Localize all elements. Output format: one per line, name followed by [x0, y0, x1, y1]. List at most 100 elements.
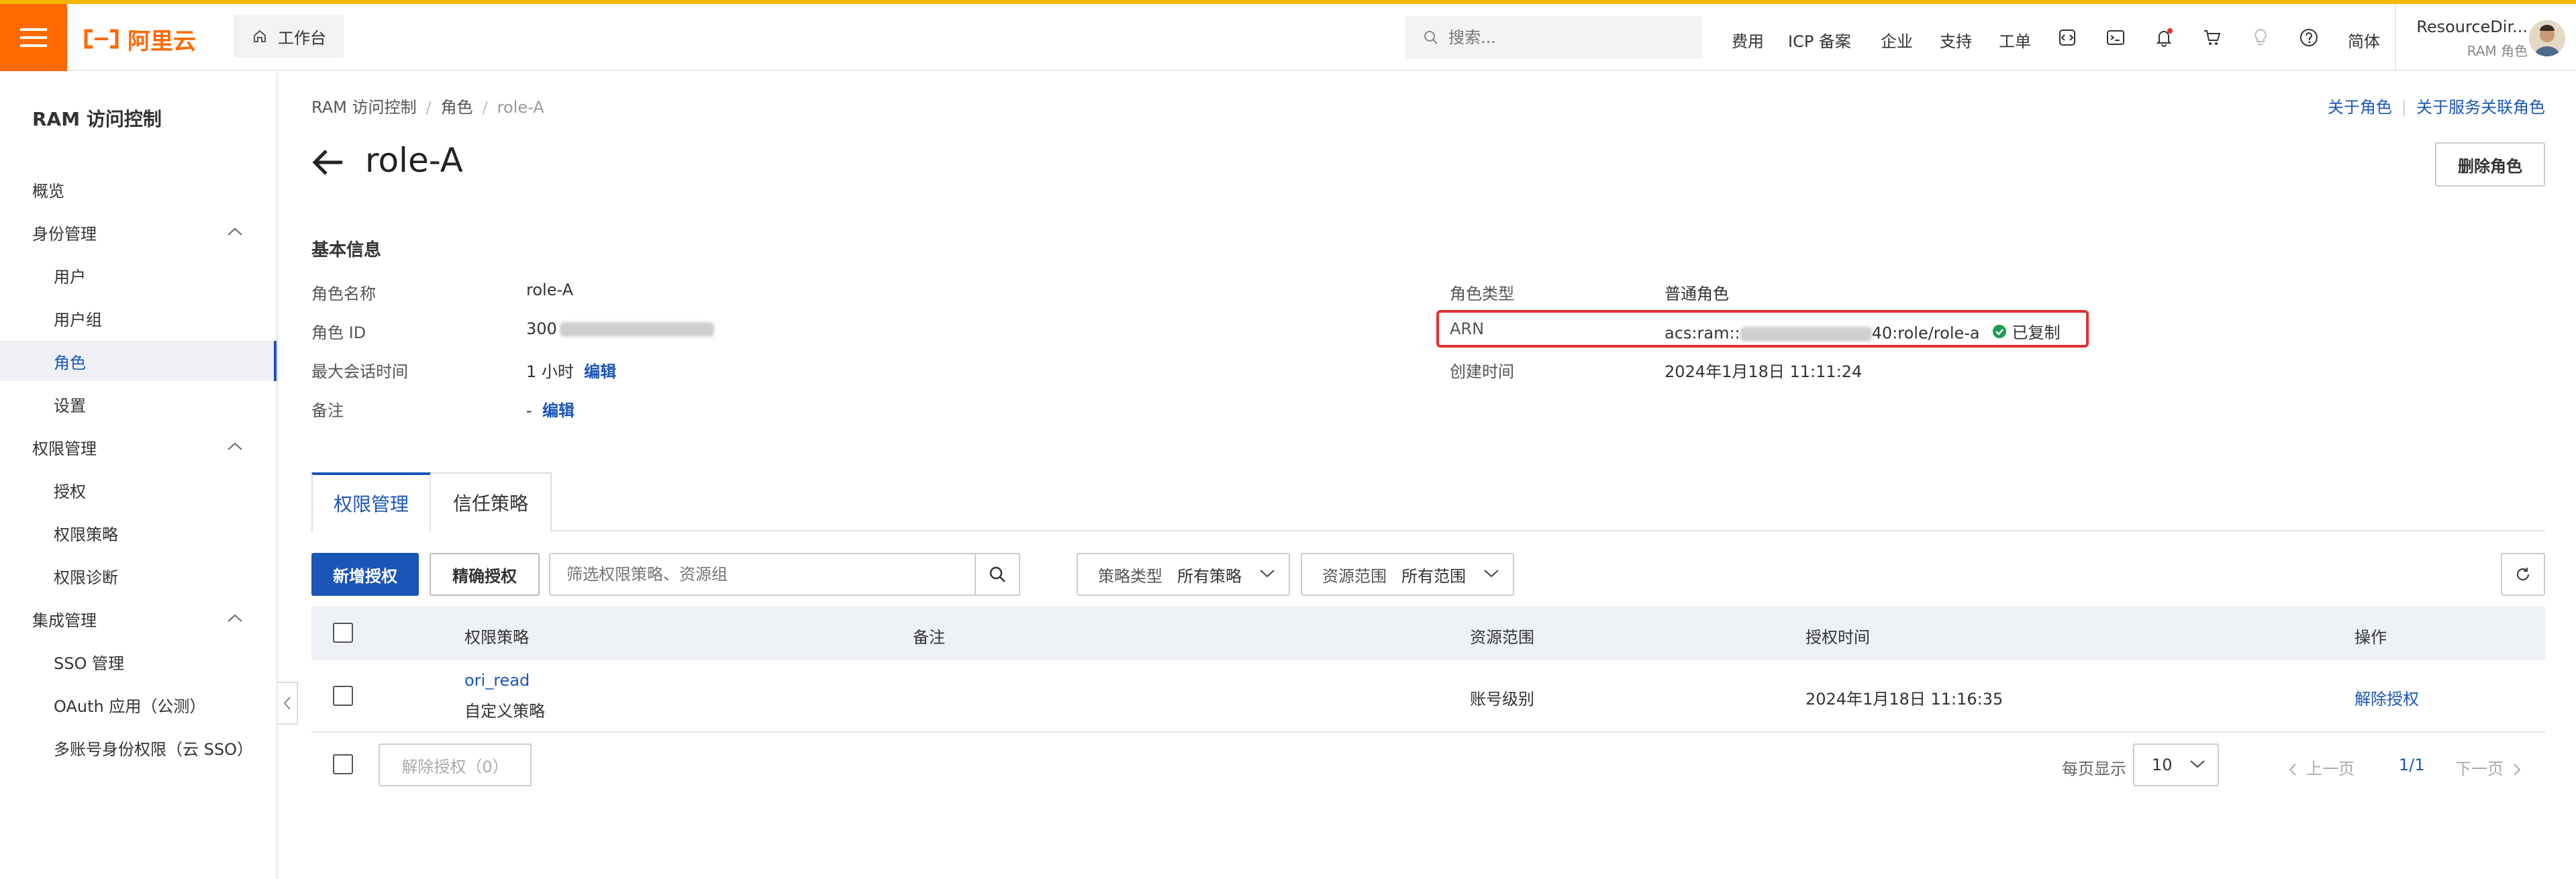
ticket-link[interactable]: 工单 — [1999, 28, 2031, 52]
logo-text: 阿里云 — [128, 28, 196, 55]
column-header-scope: 资源范围 — [1470, 628, 1534, 647]
enterprise-link[interactable]: 企业 — [1881, 28, 1913, 52]
lightbulb-icon[interactable] — [2250, 27, 2271, 48]
sidebar-group-permissions[interactable]: 权限管理 — [0, 427, 277, 467]
chevron-down-icon — [2190, 760, 2205, 768]
workbench-label: 工作台 — [278, 28, 326, 48]
sidebar-title: RAM 访问控制 — [32, 108, 162, 130]
aliyun-logo[interactable]: 阿里云 — [83, 25, 196, 55]
refresh-button[interactable] — [2501, 553, 2545, 596]
refresh-icon — [2516, 568, 2530, 581]
next-page-button[interactable]: 下一页 — [2455, 756, 2521, 779]
role-id-value: 300 — [526, 319, 714, 338]
sidebar-item-oauth[interactable]: OAuth 应用（公测） — [0, 684, 277, 725]
help-links: 关于角色 | 关于服务关联角色 — [2328, 94, 2545, 117]
breadcrumb-ram[interactable]: RAM 访问控制 — [311, 98, 416, 117]
fees-link[interactable]: 费用 — [1732, 28, 1764, 52]
search-icon — [1424, 31, 1438, 44]
breadcrumb: RAM 访问控制 / 角色 / role-A — [311, 94, 544, 117]
policy-type-select[interactable]: 策略类型 所有策略 — [1077, 553, 1290, 596]
resource-scope-label: 资源范围 — [1322, 566, 1387, 586]
sidebar-item-roles[interactable]: 角色 — [0, 341, 277, 381]
sidebar-item-cloud-sso[interactable]: 多账号身份权限（云 SSO） — [0, 727, 277, 768]
edit-session-link[interactable]: 编辑 — [584, 362, 616, 381]
precise-grant-button[interactable]: 精确授权 — [430, 553, 540, 596]
sidebar: RAM 访问控制 概览 身份管理 用户 用户组 角色 设置 权限管理 授权 权限… — [0, 72, 278, 879]
sidebar-item-user-groups[interactable]: 用户组 — [0, 298, 277, 338]
sidebar-group-identity[interactable]: 身份管理 — [0, 212, 277, 252]
tab-trust-policy[interactable]: 信任策略 — [431, 472, 552, 531]
support-link[interactable]: 支持 — [1940, 28, 1972, 52]
row-checkbox[interactable] — [333, 686, 353, 706]
tab-divider — [552, 530, 2545, 531]
sidebar-item-settings[interactable]: 设置 — [0, 384, 277, 424]
terminal-icon[interactable] — [2105, 27, 2126, 48]
about-roles-link[interactable]: 关于角色 — [2328, 98, 2392, 117]
workbench-button[interactable]: 工作台 — [234, 15, 344, 58]
role-type-label: 角色类型 — [1450, 285, 1514, 303]
code-icon[interactable] — [2057, 27, 2078, 48]
sidebar-group-label: 集成管理 — [32, 611, 97, 630]
chevron-up-icon — [228, 227, 242, 236]
arn-suffix: 40:role/role-a — [1871, 323, 1980, 343]
column-header-actions: 操作 — [2355, 628, 2387, 647]
breadcrumb-roles[interactable]: 角色 — [441, 98, 473, 117]
redacted-text — [1740, 326, 1872, 342]
sidebar-collapse-button[interactable] — [278, 682, 298, 725]
delete-role-button[interactable]: 删除角色 — [2435, 142, 2545, 187]
tab-bar: 权限管理 信任策略 — [311, 472, 552, 531]
chevron-up-icon — [228, 614, 242, 622]
home-icon — [254, 30, 266, 42]
filter-search-button[interactable] — [975, 554, 1019, 594]
tab-permissions[interactable]: 权限管理 — [311, 472, 431, 531]
chevron-down-icon — [1260, 570, 1275, 578]
sidebar-item-label: OAuth 应用（公测） — [54, 696, 206, 716]
search-icon — [989, 566, 1005, 582]
global-search[interactable] — [1405, 16, 1702, 59]
sidebar-item-grants[interactable]: 授权 — [0, 470, 277, 510]
cart-icon[interactable] — [2201, 27, 2223, 48]
about-service-linked-roles-link[interactable]: 关于服务关联角色 — [2416, 98, 2545, 117]
page-size-value: 10 — [2152, 756, 2173, 774]
menu-button[interactable] — [0, 4, 67, 71]
back-arrow-icon[interactable] — [311, 148, 345, 177]
footer-select-all-checkbox[interactable] — [333, 754, 353, 774]
chevron-right-icon — [2514, 764, 2521, 776]
sidebar-item-label: 权限策略 — [54, 525, 118, 544]
bulk-revoke-button[interactable]: 解除授权（0） — [379, 743, 532, 786]
language-switch[interactable]: 简体 — [2348, 28, 2380, 52]
per-page-label: 每页显示 — [2062, 760, 2126, 778]
resource-scope-select[interactable]: 资源范围 所有范围 — [1301, 553, 1514, 596]
help-icon[interactable] — [2298, 27, 2320, 48]
aliyun-logo-icon — [84, 29, 119, 49]
page-size-select[interactable]: 10 — [2133, 743, 2219, 786]
search-input[interactable] — [1448, 28, 1690, 47]
sidebar-item-diagnosis[interactable]: 权限诊断 — [0, 556, 277, 596]
sidebar-group-integration[interactable]: 集成管理 — [0, 599, 277, 639]
role-name-value: role-A — [526, 280, 574, 299]
policy-filter-input[interactable] — [550, 554, 975, 594]
edit-note-link[interactable]: 编辑 — [542, 401, 575, 420]
icp-link[interactable]: ICP 备案 — [1788, 28, 1851, 52]
add-grant-button[interactable]: 新增授权 — [311, 553, 419, 596]
created-label: 创建时间 — [1450, 362, 1514, 381]
bell-icon[interactable] — [2153, 27, 2175, 48]
sidebar-item-overview[interactable]: 概览 — [0, 169, 277, 209]
revoke-link[interactable]: 解除授权 — [2355, 686, 2419, 709]
table-row: ori_read 自定义策略 账号级别 2024年1月18日 11:16:35 … — [311, 660, 2545, 733]
select-all-checkbox[interactable] — [333, 623, 353, 643]
chevron-down-icon — [1484, 570, 1499, 578]
sidebar-item-sso[interactable]: SSO 管理 — [0, 641, 277, 682]
arn-value[interactable]: acs:ram:: 40:role/role-a 已复制 — [1665, 319, 2061, 343]
column-header-time: 授权时间 — [1805, 628, 1870, 647]
sidebar-item-label: 用户组 — [54, 310, 102, 329]
table-header: 权限策略 备注 资源范围 授权时间 操作 — [311, 607, 2545, 660]
avatar[interactable] — [2529, 20, 2565, 56]
policy-name-link[interactable]: ori_read — [464, 671, 530, 690]
account-menu[interactable]: ResourceDir... RAM 角色 — [2407, 17, 2528, 60]
created-value: 2024年1月18日 11:11:24 — [1665, 362, 1863, 381]
sidebar-item-users[interactable]: 用户 — [0, 255, 277, 295]
role-id-label: 角色 ID — [311, 323, 366, 342]
prev-page-button[interactable]: 上一页 — [2289, 756, 2355, 779]
sidebar-item-policies[interactable]: 权限策略 — [0, 513, 277, 553]
